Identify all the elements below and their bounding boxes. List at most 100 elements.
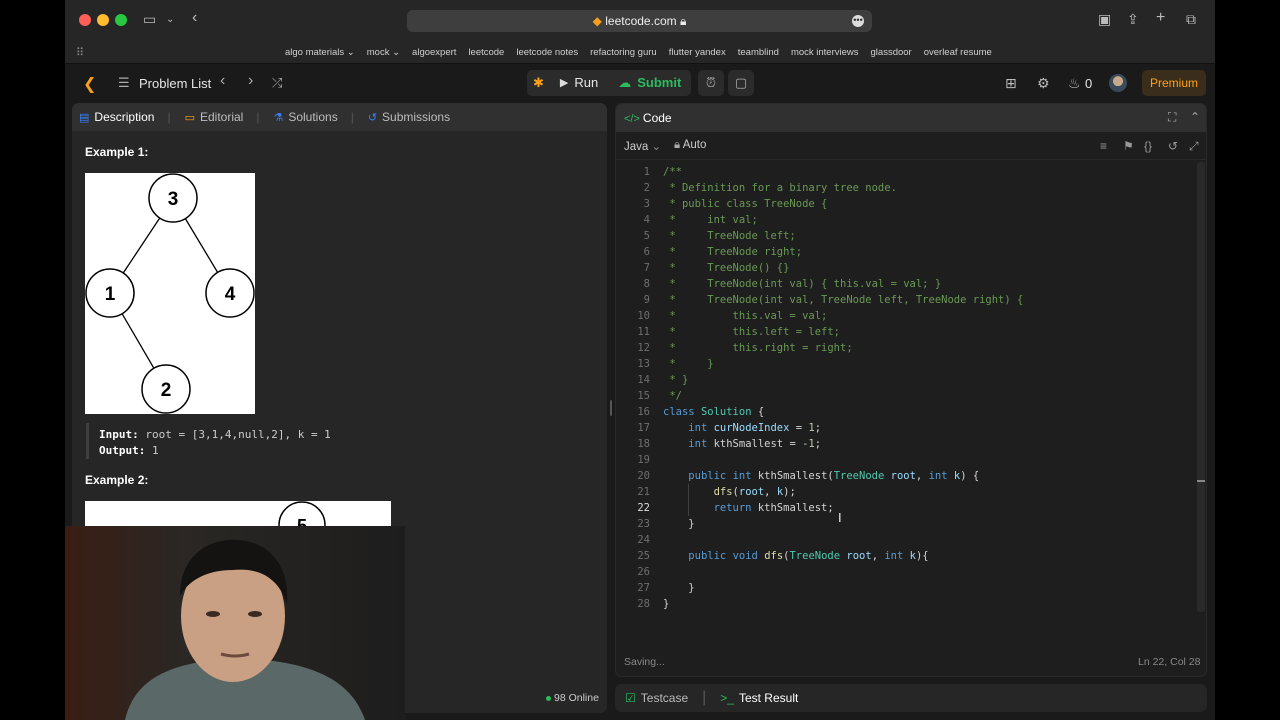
minimize-window-button[interactable] — [97, 14, 109, 26]
chevron-down-icon[interactable]: ⌄ — [166, 14, 174, 25]
tab-editorial[interactable]: ▭ Editorial | — [178, 110, 267, 124]
bookmark-item[interactable]: teamblind — [738, 47, 779, 58]
code-line[interactable]: 19 — [616, 452, 1206, 468]
output-value: 1 — [151, 444, 159, 457]
panel-resize-handle[interactable] — [610, 400, 612, 416]
code-line[interactable]: 26 — [616, 564, 1206, 580]
layout-icon[interactable]: ⊞ — [1005, 75, 1017, 92]
tab-description[interactable]: ▤ Description | — [72, 110, 178, 124]
code-line[interactable]: 14 * } — [616, 372, 1206, 388]
back-icon[interactable]: ‹ — [192, 9, 197, 27]
prev-problem-icon[interactable]: ‹ — [220, 72, 225, 90]
new-tab-icon[interactable]: + — [1156, 9, 1165, 27]
code-line[interactable]: 23 } — [616, 516, 1206, 532]
tab-overview-icon[interactable]: ⧉ — [1186, 11, 1196, 28]
line-number: 12 — [637, 342, 650, 354]
code-line[interactable]: 10 * this.val = val; — [616, 308, 1206, 324]
grid-icon[interactable]: ⠿ — [76, 46, 84, 59]
tab-submissions[interactable]: ↺ Submissions — [361, 110, 457, 124]
collapse-icon[interactable]: ⌃ — [1190, 110, 1200, 124]
run-label: Run — [574, 75, 599, 90]
code-line[interactable]: 22 return kthSmallest; — [616, 500, 1206, 516]
code-line[interactable]: 27 } — [616, 580, 1206, 596]
page-menu-icon[interactable]: ••• — [852, 15, 864, 27]
code-line[interactable]: 28} — [616, 596, 1206, 612]
settings-gear-icon[interactable]: ⚙ — [1037, 75, 1050, 92]
shuffle-icon[interactable]: ⤮ — [272, 75, 282, 91]
code-line[interactable]: 21 dfs(root, k); — [616, 484, 1206, 500]
editor-scrollbar[interactable] — [1197, 162, 1205, 612]
bookmark-item[interactable]: mock interviews — [791, 47, 859, 58]
bookmark-item[interactable]: algoexpert — [412, 47, 456, 58]
bookmark-icon[interactable]: ⚑ — [1123, 139, 1134, 153]
expand-icon[interactable]: ⛶ — [1168, 110, 1176, 125]
tab-label: Testcase — [640, 691, 689, 705]
code-line[interactable]: 8 * TreeNode(int val) { this.val = val; … — [616, 276, 1206, 292]
code-line[interactable]: 5 * TreeNode left; — [616, 228, 1206, 244]
code-editor[interactable]: 1 /** 2 * Definition for a binary tree nod… — [616, 162, 1206, 642]
close-window-button[interactable] — [79, 14, 91, 26]
premium-button[interactable]: Premium — [1142, 70, 1206, 96]
bookmark-item[interactable]: leetcode — [468, 47, 504, 58]
notes-button[interactable]: ▢ — [728, 70, 754, 96]
line-number: 4 — [643, 214, 650, 226]
history-icon: ↺ — [367, 111, 378, 124]
scrollbar-thumb[interactable] — [1197, 480, 1205, 482]
code-line[interactable]: 3 * public class TreeNode { — [616, 196, 1206, 212]
avatar[interactable] — [1109, 74, 1127, 92]
code-line[interactable]: 11 * this.left = left; — [616, 324, 1206, 340]
streak-flame-icon[interactable]: ♨ — [1068, 75, 1081, 92]
run-button[interactable]: ▶ Run — [550, 70, 608, 96]
bookmark-item[interactable]: algo materials ⌄ — [285, 47, 355, 58]
code-line[interactable]: 13 * } — [616, 356, 1206, 372]
language-select[interactable]: Java ⌄ — [624, 139, 661, 153]
sidebar-toggle-icon[interactable]: ▭ — [143, 11, 156, 28]
code-line[interactable]: 17 int curNodeIndex = 1; — [616, 420, 1206, 436]
bookmark-item[interactable]: mock ⌄ — [367, 47, 400, 58]
submit-button[interactable]: ☁ Submit — [608, 70, 691, 96]
debug-button[interactable]: ✱ — [527, 70, 550, 96]
code-line[interactable]: 9 * TreeNode(int val, TreeNode left, Tre… — [616, 292, 1206, 308]
code-line[interactable]: 7 * TreeNode() {} — [616, 260, 1206, 276]
next-problem-icon[interactable]: › — [248, 72, 253, 90]
extension-icon[interactable]: ▣ — [1098, 11, 1111, 28]
reset-icon[interactable]: ↺ — [1168, 139, 1178, 153]
line-number: 17 — [637, 422, 650, 434]
browser-window: ▭ ⌄ ‹ ◆ leetcode.com 🔒︎ ••• ▣ ⇪ + ⧉ ⠿ al… — [65, 0, 1215, 720]
line-number: 2 — [643, 182, 650, 194]
bookmark-item[interactable]: leetcode notes — [516, 47, 578, 58]
bookmark-item[interactable]: flutter yandex — [669, 47, 726, 58]
maximize-window-button[interactable] — [115, 14, 127, 26]
code-line[interactable]: 12 * this.right = right; — [616, 340, 1206, 356]
timer-button[interactable]: ⏰︎ — [698, 70, 724, 96]
code-line[interactable]: 20 public int kthSmallest(TreeNode root,… — [616, 468, 1206, 484]
tab-testcase[interactable]: ☑ Testcase — [625, 691, 688, 705]
code-line[interactable]: 15 */ — [616, 388, 1206, 404]
bookmarks-list: algo materials ⌄ mock ⌄ algoexpert leetc… — [285, 47, 992, 58]
auto-mode[interactable]: 🔒︎ Auto — [674, 139, 706, 152]
braces-icon[interactable]: {} — [1144, 139, 1152, 153]
saving-status: Saving... — [624, 656, 665, 668]
tab-code[interactable]: </> Code — [624, 111, 672, 125]
code-line[interactable]: 24 — [616, 532, 1206, 548]
code-line[interactable]: 16 class Solution { — [616, 404, 1206, 420]
code-line[interactable]: 1 /** — [616, 164, 1206, 180]
share-icon[interactable]: ⇪ — [1127, 11, 1139, 28]
tab-test-result[interactable]: >_ Test Result — [720, 691, 798, 705]
code-line[interactable]: 18 int kthSmallest = -1; — [616, 436, 1206, 452]
format-icon[interactable]: ≡ — [1100, 139, 1107, 153]
bookmark-item[interactable]: overleaf resume — [924, 47, 992, 58]
code-line[interactable]: 2 * Definition for a binary tree node. — [616, 180, 1206, 196]
leetcode-logo-icon[interactable]: ❮ — [83, 74, 99, 93]
tab-solutions[interactable]: ⚗ Solutions | — [266, 110, 360, 124]
list-icon[interactable]: ☰ — [118, 75, 130, 91]
problem-list-link[interactable]: Problem List — [139, 76, 211, 91]
bookmark-item[interactable]: glassdoor — [871, 47, 912, 58]
address-bar[interactable]: ◆ leetcode.com 🔒︎ ••• — [407, 10, 872, 32]
code-line[interactable]: 4 * int val; — [616, 212, 1206, 228]
code-line[interactable]: 6 * TreeNode right; — [616, 244, 1206, 260]
io-block-bar — [86, 423, 89, 459]
bookmark-item[interactable]: refactoring guru — [590, 47, 657, 58]
code-line[interactable]: 25 public void dfs(TreeNode root, int k)… — [616, 548, 1206, 564]
fullscreen-icon[interactable]: ⤢ — [1189, 139, 1199, 154]
